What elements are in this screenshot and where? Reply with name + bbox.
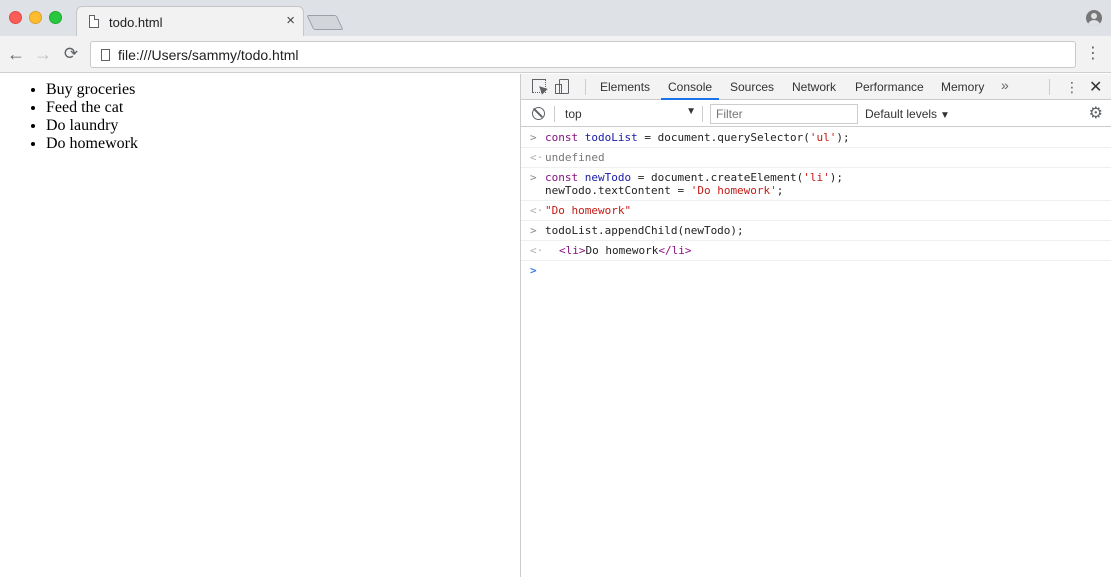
console-code: newTodo.textContent = 'Do homework'; bbox=[545, 184, 784, 197]
tab-sources[interactable]: Sources bbox=[730, 80, 774, 94]
list-item: Feed the cat bbox=[46, 99, 138, 117]
input-prompt-icon: > bbox=[530, 171, 537, 184]
list-item: Do homework bbox=[46, 135, 138, 153]
url-text[interactable]: file:///Users/sammy/todo.html bbox=[118, 47, 299, 63]
profile-icon[interactable] bbox=[1086, 10, 1102, 26]
log-levels-label: Default levels bbox=[865, 107, 938, 121]
inspect-element-icon[interactable] bbox=[532, 79, 546, 93]
log-levels-select[interactable]: Default levels ▼ bbox=[865, 107, 950, 121]
tab-close-icon[interactable]: × bbox=[286, 13, 295, 29]
list-item: Do laundry bbox=[46, 117, 138, 135]
result-prompt-icon: <· bbox=[530, 151, 544, 164]
console-input-entry[interactable]: > const todoList = document.querySelecto… bbox=[521, 128, 1111, 148]
devtools-menu-icon[interactable]: ⋮ bbox=[1065, 79, 1079, 96]
active-tab-indicator bbox=[661, 98, 719, 100]
console-input-entry[interactable]: > todoList.appendChild(newTodo); bbox=[521, 221, 1111, 241]
browser-toolbar: ← → ⟳ file:///Users/sammy/todo.html ⋮ bbox=[0, 36, 1111, 73]
divider bbox=[585, 79, 586, 95]
tab-memory[interactable]: Memory bbox=[941, 80, 984, 94]
todo-list: Buy groceries Feed the cat Do laundry Do… bbox=[46, 81, 138, 153]
back-button[interactable]: ← bbox=[4, 42, 28, 66]
context-value: top bbox=[565, 107, 582, 121]
console-result-entry[interactable]: <· undefined bbox=[521, 148, 1111, 168]
console-filterbar: top ▼ Default levels▼ ⚙ bbox=[521, 101, 1111, 127]
browser-tab[interactable]: todo.html × bbox=[76, 6, 304, 36]
devtools-panel: Elements Console Sources Network Perform… bbox=[520, 74, 1111, 577]
tab-network[interactable]: Network bbox=[792, 80, 836, 94]
more-tabs-icon[interactable]: » bbox=[1001, 77, 1009, 93]
input-prompt-icon: > bbox=[530, 131, 537, 144]
divider bbox=[1049, 79, 1050, 95]
browser-titlebar: todo.html × bbox=[0, 0, 1111, 36]
console-code: const newTodo = document.createElement('… bbox=[545, 171, 844, 184]
forward-button[interactable]: → bbox=[31, 42, 55, 66]
devtools-tabbar: Elements Console Sources Network Perform… bbox=[521, 74, 1111, 100]
console-result-node[interactable]: <li>Do homework</li> bbox=[545, 244, 1111, 257]
window-minimize-button[interactable] bbox=[29, 11, 42, 24]
divider bbox=[554, 106, 555, 122]
address-bar[interactable]: file:///Users/sammy/todo.html bbox=[90, 41, 1076, 68]
console-prompt-line[interactable]: > bbox=[521, 261, 1111, 280]
console-input-entry[interactable]: > const newTodo = document.createElement… bbox=[521, 168, 1111, 201]
document-icon bbox=[89, 15, 99, 28]
page-viewport: Buy groceries Feed the cat Do laundry Do… bbox=[0, 74, 520, 577]
devtools-close-icon[interactable]: ✕ bbox=[1089, 77, 1102, 97]
console-result-entry[interactable]: <· "Do homework" bbox=[521, 201, 1111, 221]
window-close-button[interactable] bbox=[9, 11, 22, 24]
console-result-entry[interactable]: <· <li>Do homework</li> bbox=[521, 241, 1111, 261]
chevron-down-icon: ▼ bbox=[686, 106, 696, 117]
console-result: undefined bbox=[545, 151, 605, 164]
chevron-down-icon: ▼ bbox=[940, 110, 950, 121]
gear-icon[interactable]: ⚙ bbox=[1089, 106, 1103, 122]
console-caret-icon: > bbox=[530, 264, 537, 277]
input-prompt-icon: > bbox=[530, 224, 537, 237]
context-select[interactable]: top ▼ bbox=[556, 105, 696, 123]
console-code: const todoList = document.querySelector(… bbox=[545, 131, 850, 144]
browser-menu-button[interactable]: ⋮ bbox=[1085, 44, 1101, 64]
tab-elements[interactable]: Elements bbox=[600, 80, 650, 94]
result-prompt-icon: <· bbox=[530, 204, 544, 217]
tab-title: todo.html bbox=[109, 15, 163, 30]
console-output: > const todoList = document.querySelecto… bbox=[521, 128, 1111, 280]
console-result: "Do homework" bbox=[545, 204, 632, 217]
tab-console[interactable]: Console bbox=[668, 80, 712, 94]
divider bbox=[702, 106, 703, 122]
result-prompt-icon: <· bbox=[530, 244, 544, 257]
device-toolbar-icon[interactable] bbox=[555, 79, 569, 94]
tab-performance[interactable]: Performance bbox=[855, 80, 924, 94]
list-item: Buy groceries bbox=[46, 81, 138, 99]
console-code: todoList.appendChild(newTodo); bbox=[545, 224, 744, 237]
document-icon bbox=[101, 49, 110, 61]
clear-console-icon[interactable] bbox=[532, 107, 545, 120]
filter-input[interactable] bbox=[710, 104, 858, 124]
window-maximize-button[interactable] bbox=[49, 11, 62, 24]
new-tab-button[interactable] bbox=[306, 15, 344, 30]
reload-button[interactable]: ⟳ bbox=[59, 42, 83, 66]
